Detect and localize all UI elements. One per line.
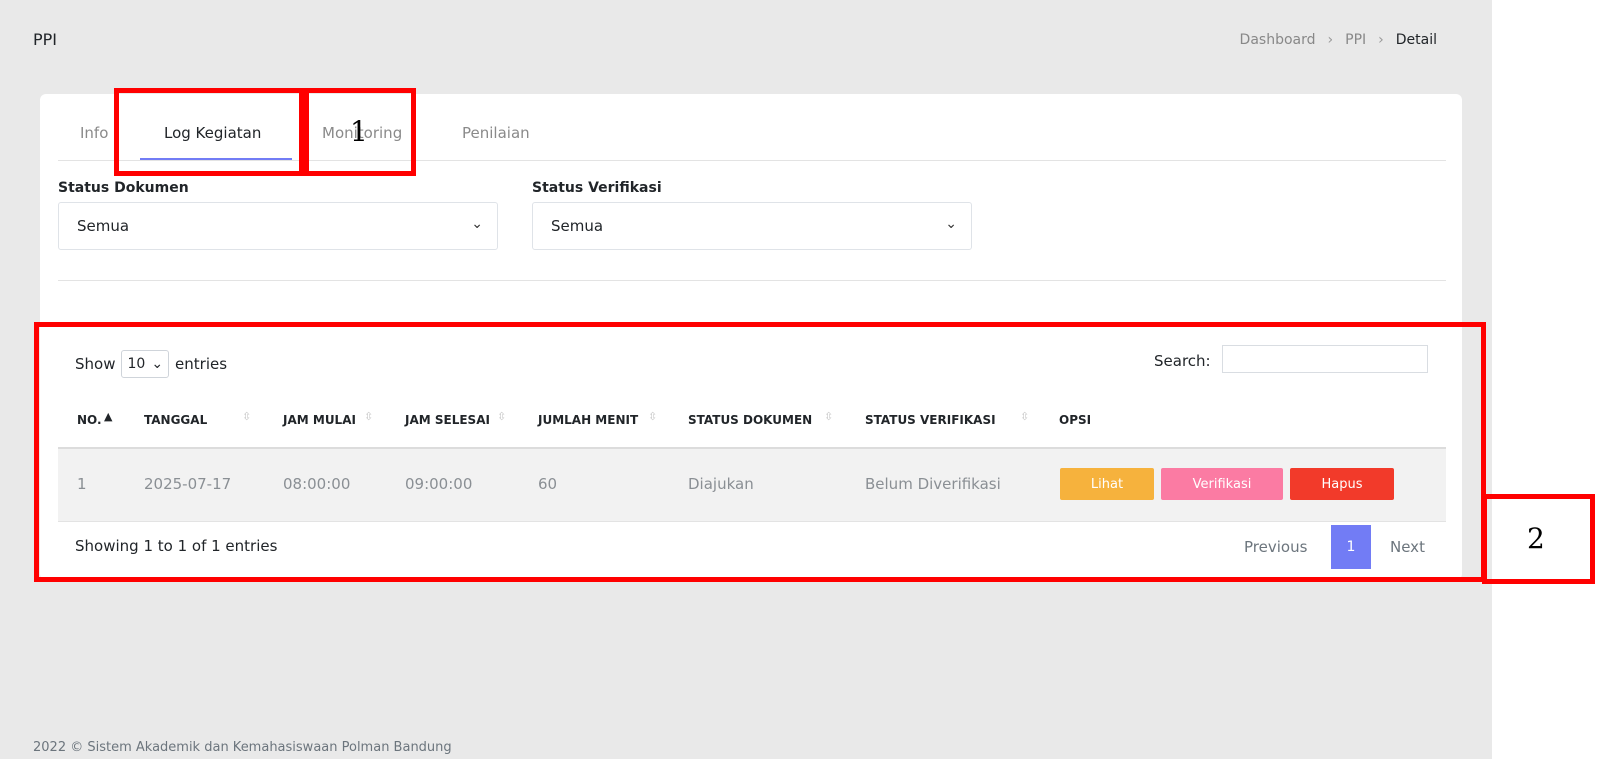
annotation-label-1: 1	[350, 115, 368, 148]
breadcrumb-separator-icon: ›	[1378, 32, 1384, 48]
annotation-label-2: 2	[1527, 522, 1545, 555]
page-title: PPI	[33, 30, 58, 49]
chevron-down-icon: ⌄	[945, 216, 957, 232]
status-verifikasi-value: Semua	[551, 217, 604, 235]
status-dokumen-select[interactable]: Semua ⌄	[58, 202, 498, 250]
status-dokumen-label: Status Dokumen	[58, 180, 189, 196]
breadcrumb-detail: Detail	[1395, 32, 1437, 48]
section-divider	[58, 280, 1446, 281]
breadcrumb-dashboard[interactable]: Dashboard	[1240, 32, 1316, 48]
tab-info[interactable]: Info	[80, 124, 108, 142]
tab-penilaian[interactable]: Penilaian	[462, 124, 530, 142]
breadcrumb: Dashboard › PPI › Detail	[1240, 32, 1437, 48]
footer-text: 2022 © Sistem Akademik dan Kemahasiswaan…	[33, 740, 452, 755]
status-dokumen-value: Semua	[77, 217, 130, 235]
breadcrumb-separator-icon: ›	[1327, 32, 1334, 48]
status-verifikasi-select[interactable]: Semua ⌄	[532, 202, 972, 250]
status-verifikasi-label: Status Verifikasi	[532, 180, 662, 196]
annotation-box-table	[34, 322, 1486, 582]
annotation-box-log-kegiatan	[114, 88, 304, 176]
chevron-down-icon: ⌄	[471, 216, 483, 232]
breadcrumb-ppi[interactable]: PPI	[1345, 32, 1366, 48]
